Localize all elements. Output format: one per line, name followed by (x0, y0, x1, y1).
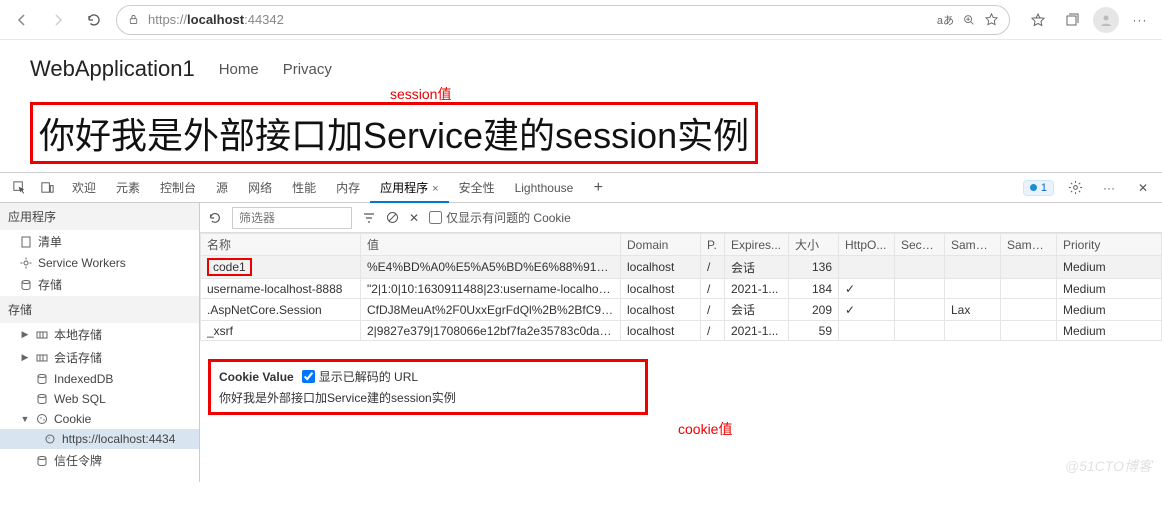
sidebar-item-local-storage[interactable]: ▶本地存储 (0, 323, 199, 346)
cookie-detail-value: 你好我是外部接口加Service建的session实例 (219, 389, 637, 406)
cookie-table: 名称值DomainP.Expires...大小HttpO...SecureSam… (200, 233, 1162, 341)
page-heading: 你好我是外部接口加Service建的session实例 (39, 107, 749, 159)
col-header[interactable]: P. (701, 234, 725, 256)
cookie-row[interactable]: .AspNetCore.SessionCfDJ8MeuAt%2F0UxxEgrF… (201, 299, 1162, 321)
favorites-button[interactable] (1024, 6, 1052, 34)
profile-button[interactable] (1092, 6, 1120, 34)
devtools: 欢迎元素控制台源网络性能内存应用程序×安全性Lighthouse + 1 ···… (0, 172, 1162, 482)
devtools-tab-3[interactable]: 源 (206, 175, 238, 201)
col-header[interactable]: 值 (361, 234, 621, 256)
devtools-tab-4[interactable]: 网络 (238, 175, 282, 201)
devtools-tab-5[interactable]: 性能 (282, 175, 326, 201)
sidebar-item-cookie[interactable]: ▼Cookie (0, 409, 199, 429)
devtools-tab-6[interactable]: 内存 (326, 175, 370, 201)
col-header[interactable]: Expires... (725, 234, 789, 256)
settings-icon[interactable] (1062, 176, 1088, 200)
sidebar-item-manifest[interactable]: 清单 (0, 230, 199, 253)
col-header[interactable]: 大小 (789, 234, 839, 256)
decode-url-checkbox[interactable]: 显示已解码的 URL (302, 368, 418, 385)
col-header[interactable]: Domain (621, 234, 701, 256)
devtools-tab-1[interactable]: 元素 (106, 175, 150, 201)
sidebar-group-app: 应用程序 (0, 203, 199, 230)
refresh-cookies-icon[interactable] (208, 211, 222, 225)
page-heading-highlight: 你好我是外部接口加Service建的session实例 (30, 102, 758, 164)
devtools-tabs: 欢迎元素控制台源网络性能内存应用程序×安全性Lighthouse + 1 ···… (0, 173, 1162, 203)
issues-badge[interactable]: 1 (1023, 180, 1054, 196)
nav-home[interactable]: Home (219, 61, 259, 78)
clear-all-icon[interactable] (386, 211, 399, 224)
devtools-menu-icon[interactable]: ··· (1096, 176, 1122, 200)
filter-options-icon[interactable] (362, 211, 376, 225)
back-button[interactable] (8, 6, 36, 34)
favorite-icon[interactable] (984, 12, 999, 27)
lock-icon (127, 13, 140, 26)
address-bar[interactable]: https://localhost:44342 aあ (116, 5, 1010, 35)
cookie-detail-title: Cookie Value (219, 370, 294, 384)
refresh-button[interactable] (80, 6, 108, 34)
cookie-row[interactable]: code1%E4%BD%A0%E5%A5%BD%E6%88%91%E6%9...… (201, 256, 1162, 279)
collections-button[interactable] (1058, 6, 1086, 34)
add-tab-button[interactable]: + (585, 176, 611, 200)
device-icon[interactable] (34, 176, 60, 200)
zoom-icon[interactable] (962, 13, 976, 27)
cookie-row[interactable]: _xsrf2|9827e379|1708066e12bf7fa2e35783c0… (201, 321, 1162, 341)
browser-toolbar: https://localhost:44342 aあ ··· (0, 0, 1162, 40)
devtools-tab-0[interactable]: 欢迎 (62, 175, 106, 201)
nav-privacy[interactable]: Privacy (283, 61, 332, 78)
devtools-close-icon[interactable]: ✕ (1130, 176, 1156, 200)
read-aloud-icon[interactable]: aあ (937, 12, 954, 28)
forward-button[interactable] (44, 6, 72, 34)
col-header[interactable]: Secure (895, 234, 945, 256)
col-header[interactable]: SameS... (945, 234, 1001, 256)
cookie-detail-panel: Cookie Value 显示已解码的 URL 你好我是外部接口加Service… (208, 359, 648, 415)
sidebar-item-service-workers[interactable]: Service Workers (0, 253, 199, 273)
sidebar-item-session-storage[interactable]: ▶会话存储 (0, 346, 199, 369)
col-header[interactable]: Priority (1057, 234, 1162, 256)
devtools-tab-9[interactable]: Lighthouse (505, 175, 584, 201)
devtools-tab-7[interactable]: 应用程序× (370, 175, 448, 203)
cookie-row[interactable]: username-localhost-8888"2|1:0|10:1630911… (201, 279, 1162, 299)
col-header[interactable]: SameP... (1001, 234, 1057, 256)
annotation-cookie: cookie值 (678, 419, 732, 439)
watermark: @51CTO博客 (1065, 456, 1152, 476)
sidebar-item-indexeddb[interactable]: ▶IndexedDB (0, 369, 199, 389)
url-text: https://localhost:44342 (148, 12, 284, 27)
devtools-tab-8[interactable]: 安全性 (449, 175, 505, 201)
site-brand[interactable]: WebApplication1 (30, 56, 195, 82)
devtools-main: ✕ 仅显示有问题的 Cookie 名称值DomainP.Expires...大小… (200, 203, 1162, 482)
sidebar-item-trust-tokens[interactable]: ▶信任令牌 (0, 449, 199, 472)
sidebar-group-storage: 存储 (0, 296, 199, 323)
site-nav: WebApplication1 Home Privacy (30, 56, 1132, 82)
page-content: WebApplication1 Home Privacy session值 你好… (0, 40, 1162, 172)
sidebar-item-storage[interactable]: 存储 (0, 273, 199, 296)
col-header[interactable]: HttpO... (839, 234, 895, 256)
devtools-tab-2[interactable]: 控制台 (150, 175, 206, 201)
menu-button[interactable]: ··· (1126, 6, 1154, 34)
cookie-filter-bar: ✕ 仅显示有问题的 Cookie (200, 203, 1162, 233)
cookie-filter-input[interactable] (232, 207, 352, 229)
inspect-icon[interactable] (6, 176, 32, 200)
devtools-sidebar: 应用程序 清单 Service Workers 存储 存储 ▶本地存储 ▶会话存… (0, 203, 200, 482)
col-header[interactable]: 名称 (201, 234, 361, 256)
sidebar-item-websql[interactable]: ▶Web SQL (0, 389, 199, 409)
only-issues-checkbox[interactable]: 仅显示有问题的 Cookie (429, 209, 571, 226)
delete-icon[interactable]: ✕ (409, 211, 419, 225)
annotation-session: session值 (390, 84, 451, 104)
sidebar-item-cookie-origin[interactable]: https://localhost:4434 (0, 429, 199, 449)
